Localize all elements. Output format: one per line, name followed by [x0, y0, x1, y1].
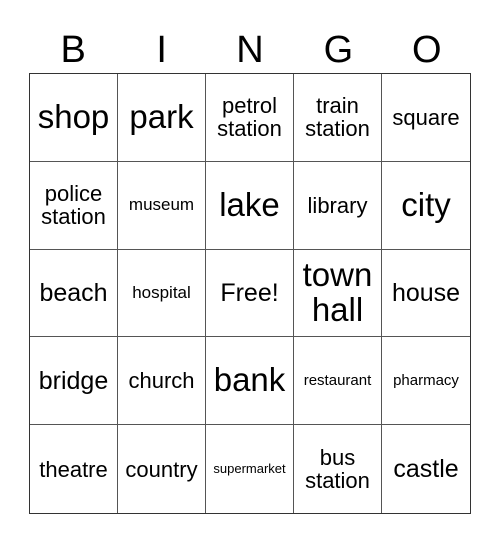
header-letter-b: B [60, 29, 86, 71]
bingo-cell[interactable]: supermarket [206, 425, 294, 513]
bingo-cell[interactable]: theatre [30, 425, 118, 513]
bingo-cell[interactable]: park [118, 74, 206, 162]
bingo-cell[interactable]: train station [294, 74, 382, 162]
bingo-cell[interactable]: bank [206, 337, 294, 426]
header-letter-o: O [412, 29, 442, 71]
bingo-cell[interactable]: city [382, 162, 470, 250]
bingo-cell[interactable]: petrol station [206, 74, 294, 162]
header-letter-g: G [323, 29, 354, 71]
bingo-cell[interactable]: police station [30, 161, 118, 250]
bingo-cell[interactable]: bus station [294, 425, 382, 513]
bingo-cell[interactable]: hospital [118, 249, 206, 338]
bingo-cell[interactable]: beach [30, 249, 118, 338]
bingo-cell[interactable]: castle [382, 425, 470, 513]
bingo-cell[interactable]: country [118, 425, 206, 513]
bingo-cell[interactable]: restaurant [294, 337, 382, 426]
bingo-cell[interactable]: pharmacy [382, 337, 470, 426]
bingo-cell[interactable]: bridge [30, 337, 118, 426]
bingo-cell[interactable]: church [118, 337, 206, 426]
bingo-header: B I N G O [29, 30, 471, 70]
bingo-cell[interactable]: town hall [294, 249, 382, 338]
bingo-cell[interactable]: museum [118, 161, 206, 250]
bingo-cell[interactable]: library [294, 161, 382, 250]
bingo-cell[interactable]: lake [206, 161, 294, 250]
header-letter-i: I [156, 29, 167, 71]
bingo-cell[interactable]: shop [30, 74, 118, 162]
header-letter-n: N [236, 29, 264, 71]
bingo-cell[interactable]: square [382, 74, 470, 162]
bingo-grid: shop park petrol station train station s… [29, 73, 471, 514]
free-space-cell[interactable]: Free! [206, 249, 294, 338]
bingo-cell[interactable]: house [382, 250, 470, 338]
